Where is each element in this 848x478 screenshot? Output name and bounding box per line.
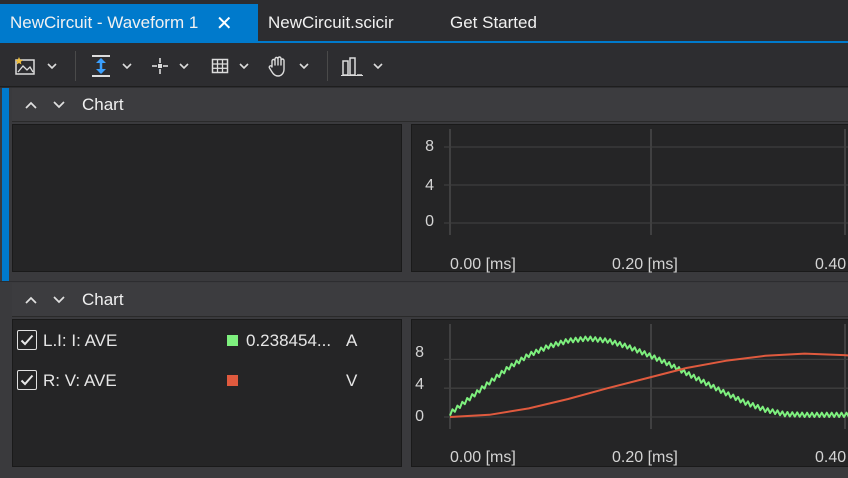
chevron-down-icon[interactable]	[299, 62, 309, 70]
y-tick-label: 8	[415, 344, 424, 361]
toolbar-divider	[327, 51, 328, 81]
panel-header: Chart	[12, 88, 848, 122]
expand-down-icon[interactable]	[50, 100, 68, 109]
panel-title: Chart	[82, 94, 124, 114]
legend-area	[12, 124, 402, 272]
y-tick-label: 8	[425, 138, 434, 155]
series-visibility-checkbox[interactable]	[17, 370, 37, 390]
series-color-swatch	[227, 375, 238, 386]
series-unit: V	[346, 371, 358, 390]
tab-label: NewCircuit.scicir	[268, 13, 394, 32]
legend-row: L.I: I: AVE 0.238454... A	[13, 326, 403, 354]
chevron-down-icon[interactable]	[239, 62, 249, 70]
tab-get-started[interactable]: Get Started	[450, 4, 537, 42]
series-color-swatch	[227, 335, 238, 346]
active-panel-indicator	[2, 88, 9, 281]
series-line	[449, 352, 848, 418]
checkmark-icon	[20, 374, 34, 386]
series-value: 0.238454...	[246, 331, 332, 350]
grid-button[interactable]	[210, 54, 249, 78]
chart-svg: 8 4 0 0.00 [ms] 0.20 [ms] 0.40	[425, 129, 848, 273]
pan-button[interactable]	[266, 54, 309, 78]
cursor-crosshair-icon	[152, 58, 168, 74]
grid-icon	[211, 58, 229, 74]
checkmark-icon	[20, 334, 34, 346]
collapse-up-icon[interactable]	[22, 296, 40, 304]
x-tick-label: 0.20 [ms]	[612, 449, 678, 466]
toolbar-divider	[75, 51, 76, 81]
document-tab-bar: NewCircuit - Waveform 1 ✕ NewCircuit.sci…	[0, 0, 848, 43]
series-name: R: V: AVE	[43, 371, 117, 390]
legend-row: R: V: AVE V	[13, 366, 403, 394]
x-tick-label: 0.00 [ms]	[450, 256, 516, 273]
tab-label: Get Started	[450, 13, 537, 32]
x-tick-label: 0.40	[815, 449, 846, 466]
x-tick-label: 0.00 [ms]	[450, 449, 516, 466]
collapse-up-icon[interactable]	[22, 101, 40, 109]
chevron-down-icon[interactable]	[179, 62, 189, 70]
y-tick-label: 4	[425, 177, 434, 194]
y-tick-label: 0	[415, 408, 424, 425]
y-tick-label: 4	[415, 376, 424, 393]
pan-hand-icon	[268, 56, 285, 77]
tab-waveform-1[interactable]: NewCircuit - Waveform 1 ✕	[0, 4, 258, 42]
chevron-down-icon[interactable]	[373, 62, 383, 70]
panel-header: Chart	[12, 283, 848, 317]
x-tick-label: 0.20 [ms]	[612, 256, 678, 273]
chevron-down-icon[interactable]	[47, 62, 57, 70]
legend-area: L.I: I: AVE 0.238454... A R: V: AVE V	[12, 319, 402, 467]
chart-panel-2: Chart L.I: I: AVE 0.238454... A R: V: AV…	[0, 282, 848, 478]
layout-columns-icon	[341, 57, 363, 76]
insert-image-button[interactable]	[14, 54, 57, 78]
panel-title: Chart	[82, 289, 124, 309]
chevron-down-icon[interactable]	[122, 62, 132, 70]
fit-vertical-icon	[92, 55, 110, 77]
tab-label: NewCircuit - Waveform 1	[10, 13, 199, 32]
plot-area[interactable]: 8 4 0 0.00 [ms] 0.20 [ms] 0.40	[411, 319, 848, 467]
cursor-button[interactable]	[150, 54, 189, 78]
plot-area[interactable]: 8 4 0 0.00 [ms] 0.20 [ms] 0.40	[411, 124, 848, 273]
y-tick-label: 0	[425, 213, 434, 230]
x-tick-label: 0.40	[815, 256, 846, 273]
chart-svg: 8 4 0 0.00 [ms] 0.20 [ms] 0.40	[415, 324, 848, 466]
insert-image-icon	[15, 57, 35, 75]
tab-newcircuit-scicir[interactable]: NewCircuit.scicir	[268, 4, 394, 42]
series-name: L.I: I: AVE	[43, 331, 118, 350]
series-visibility-checkbox[interactable]	[17, 330, 37, 350]
toolbar	[0, 43, 848, 87]
close-icon[interactable]: ✕	[214, 11, 234, 36]
layout-button[interactable]	[340, 54, 383, 78]
series-unit: A	[346, 331, 358, 350]
fit-vertical-button[interactable]	[89, 54, 132, 78]
chart-panel-1: Chart 8 4 0 0.00 [ms] 0.20 [ms] 0.40	[0, 88, 848, 281]
expand-down-icon[interactable]	[50, 295, 68, 304]
